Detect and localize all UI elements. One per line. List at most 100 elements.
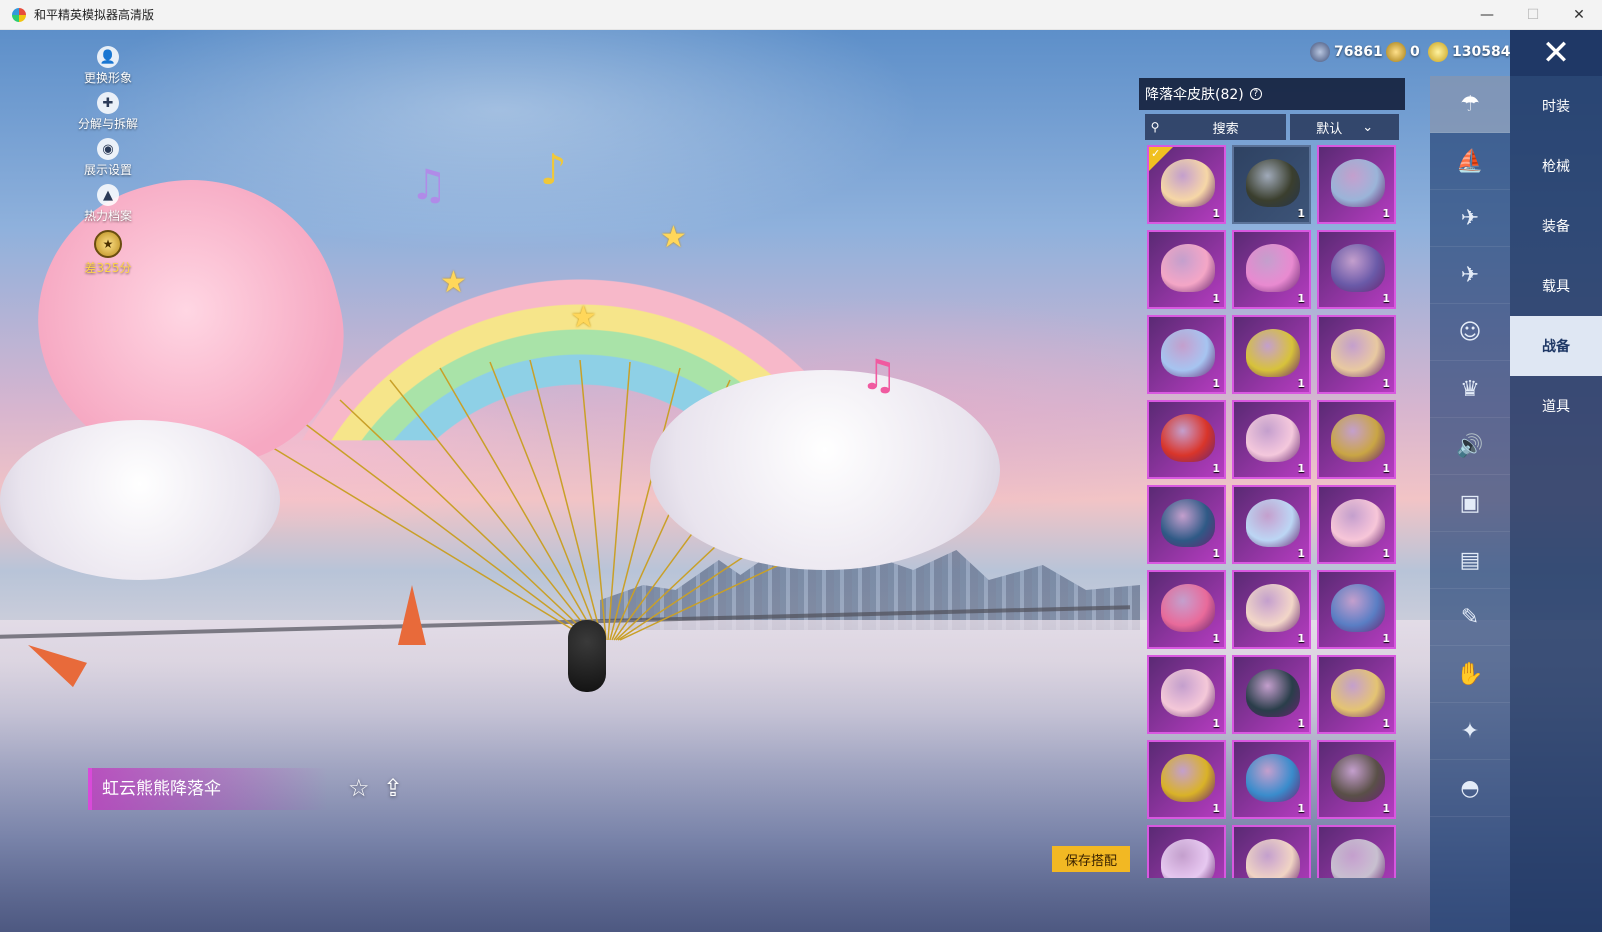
favorite-star-icon[interactable]: ☆ bbox=[348, 774, 370, 802]
tab-wand-icon[interactable]: ✦ bbox=[1430, 703, 1510, 760]
item-count: 1 bbox=[1382, 292, 1390, 305]
display-settings-button[interactable]: ◉ 展示设置 bbox=[72, 138, 144, 184]
item-count: 1 bbox=[1382, 547, 1390, 560]
skin-item[interactable]: 1 bbox=[1147, 825, 1226, 878]
item-count: 1 bbox=[1382, 462, 1390, 475]
category-tab[interactable]: 载具 bbox=[1510, 256, 1602, 316]
app-icon bbox=[12, 7, 26, 22]
parachute-skin-icon bbox=[1246, 754, 1300, 802]
decompose-button[interactable]: ✚ 分解与拆解 bbox=[72, 92, 144, 138]
tab-hat-icon[interactable]: ◓ bbox=[1430, 760, 1510, 817]
skin-item[interactable]: 1 bbox=[1147, 485, 1226, 564]
skin-item[interactable]: 1 bbox=[1232, 655, 1311, 734]
rank-points-label: 差325分 bbox=[84, 261, 132, 275]
parachute-skin-icon bbox=[1246, 499, 1300, 547]
skin-item[interactable]: 1 bbox=[1232, 400, 1311, 479]
parachute-skin-icon bbox=[1246, 414, 1300, 462]
player-character bbox=[568, 620, 606, 692]
skin-item[interactable]: 1 bbox=[1232, 825, 1311, 878]
parachute-skin-icon bbox=[1161, 414, 1215, 462]
skin-item[interactable]: 1 bbox=[1147, 315, 1226, 394]
close-icon: ✕ bbox=[1541, 33, 1571, 73]
close-button[interactable]: ✕ bbox=[1510, 30, 1602, 76]
skin-item[interactable]: 1 bbox=[1147, 655, 1226, 734]
right-cloud bbox=[650, 370, 1000, 570]
skin-item[interactable]: 1 bbox=[1317, 740, 1396, 819]
parachute-skin-icon bbox=[1161, 584, 1215, 632]
item-count: 1 bbox=[1382, 377, 1390, 390]
tab-emote-face-icon[interactable]: ☺ bbox=[1430, 304, 1510, 361]
item-count: 1 bbox=[1212, 632, 1220, 645]
save-outfit-button[interactable]: 保存搭配 bbox=[1052, 846, 1130, 872]
category-tab[interactable]: 枪械 bbox=[1510, 136, 1602, 196]
skin-item[interactable]: 1 bbox=[1232, 145, 1311, 224]
tab-plane-icon[interactable]: ✈ bbox=[1430, 247, 1510, 304]
skin-item[interactable]: 1 bbox=[1317, 145, 1396, 224]
sort-dropdown[interactable]: 默认 ⌄ bbox=[1290, 114, 1399, 140]
gold-coin-icon bbox=[1428, 42, 1448, 62]
category-tab[interactable]: 装备 bbox=[1510, 196, 1602, 256]
menu-label: 分解与拆解 bbox=[77, 117, 138, 131]
skin-item[interactable]: 1 bbox=[1232, 570, 1311, 649]
skin-item[interactable]: 1 bbox=[1317, 400, 1396, 479]
parachute-skin-icon bbox=[1161, 244, 1215, 292]
change-appearance-button[interactable]: 👤 更换形象 bbox=[72, 46, 144, 92]
maximize-button[interactable]: ☐ bbox=[1510, 0, 1556, 30]
currency-token: 0 bbox=[1386, 42, 1420, 62]
skin-item[interactable]: 1 bbox=[1232, 230, 1311, 309]
window-close-button[interactable]: ✕ bbox=[1556, 0, 1602, 30]
skin-item[interactable]: 1 bbox=[1232, 485, 1311, 564]
gesture-icon: ✋ bbox=[1456, 661, 1484, 687]
tab-parachute-icon[interactable]: ☂ bbox=[1430, 76, 1510, 133]
tab-glider-icon[interactable]: ⛵ bbox=[1430, 133, 1510, 190]
skin-item[interactable]: 1 bbox=[1147, 230, 1226, 309]
tab-sound-icon[interactable]: 🔊 bbox=[1430, 418, 1510, 475]
skin-item[interactable]: 1 bbox=[1317, 825, 1396, 878]
skin-item[interactable]: 1 bbox=[1232, 740, 1311, 819]
search-input[interactable]: ⚲ 搜索 bbox=[1145, 114, 1287, 140]
silver-coin-icon bbox=[1310, 42, 1330, 62]
tab-picture-icon[interactable]: ▤ bbox=[1430, 532, 1510, 589]
subcategory-icon-tabs: ☂ ⛵ ✈ ✈ ☺ ♛ 🔊 ▣ ▤ ✎ ✋ ✦ ◓ bbox=[1430, 76, 1510, 932]
sound-icon: 🔊 bbox=[1456, 433, 1484, 459]
category-tab[interactable]: 时装 bbox=[1510, 76, 1602, 136]
item-count: 1 bbox=[1212, 547, 1220, 560]
parachute-skin-panel: 降落伞皮肤(82) ? ⚲ 搜索 默认 ⌄ 111111111111111111… bbox=[1139, 78, 1405, 878]
skin-item[interactable]: 1 bbox=[1147, 740, 1226, 819]
skin-item[interactable]: 1 bbox=[1232, 315, 1311, 394]
share-icon[interactable]: ⇪ bbox=[383, 774, 403, 802]
item-count: 1 bbox=[1297, 462, 1305, 475]
skin-item[interactable]: 1 bbox=[1147, 400, 1226, 479]
rank-badge-button[interactable]: ★ 差325分 bbox=[72, 230, 144, 276]
category-tab[interactable]: 战备 bbox=[1510, 316, 1602, 376]
tab-gesture-icon[interactable]: ✋ bbox=[1430, 646, 1510, 703]
item-count: 1 bbox=[1297, 802, 1305, 815]
heat-profile-button[interactable]: ▲ 热力档案 bbox=[72, 184, 144, 230]
tab-drone-icon[interactable]: ✈ bbox=[1430, 190, 1510, 247]
crown-icon: ♛ bbox=[1460, 376, 1480, 402]
tab-crown-icon[interactable]: ♛ bbox=[1430, 361, 1510, 418]
music-note-decoration: ♫ bbox=[410, 160, 448, 209]
parachute-skin-icon bbox=[1161, 499, 1215, 547]
minimize-button[interactable]: — bbox=[1464, 0, 1510, 30]
help-icon[interactable]: ? bbox=[1249, 88, 1262, 100]
skin-item[interactable]: 1 bbox=[1317, 570, 1396, 649]
skin-item[interactable]: 1 bbox=[1317, 315, 1396, 394]
music-note-decoration: ♫ bbox=[860, 350, 898, 399]
parachute-skin-icon bbox=[1161, 754, 1215, 802]
skin-item[interactable]: 1 bbox=[1317, 230, 1396, 309]
parachute-skin-icon bbox=[1331, 414, 1385, 462]
item-count: 1 bbox=[1297, 717, 1305, 730]
skin-item[interactable]: 1 bbox=[1317, 485, 1396, 564]
skin-item[interactable]: 1 bbox=[1147, 145, 1226, 224]
plane-icon: ✈ bbox=[1460, 262, 1480, 288]
parachute-skin-icon bbox=[1331, 754, 1385, 802]
star-decoration: ★ bbox=[660, 220, 687, 255]
tab-spray-icon[interactable]: ✎ bbox=[1430, 589, 1510, 646]
category-tab[interactable]: 道具 bbox=[1510, 376, 1602, 436]
star-decoration: ★ bbox=[440, 265, 467, 300]
tab-box-icon[interactable]: ▣ bbox=[1430, 475, 1510, 532]
skin-item[interactable]: 1 bbox=[1147, 570, 1226, 649]
skin-item[interactable]: 1 bbox=[1317, 655, 1396, 734]
chevron-down-icon: ⌄ bbox=[1362, 119, 1374, 135]
